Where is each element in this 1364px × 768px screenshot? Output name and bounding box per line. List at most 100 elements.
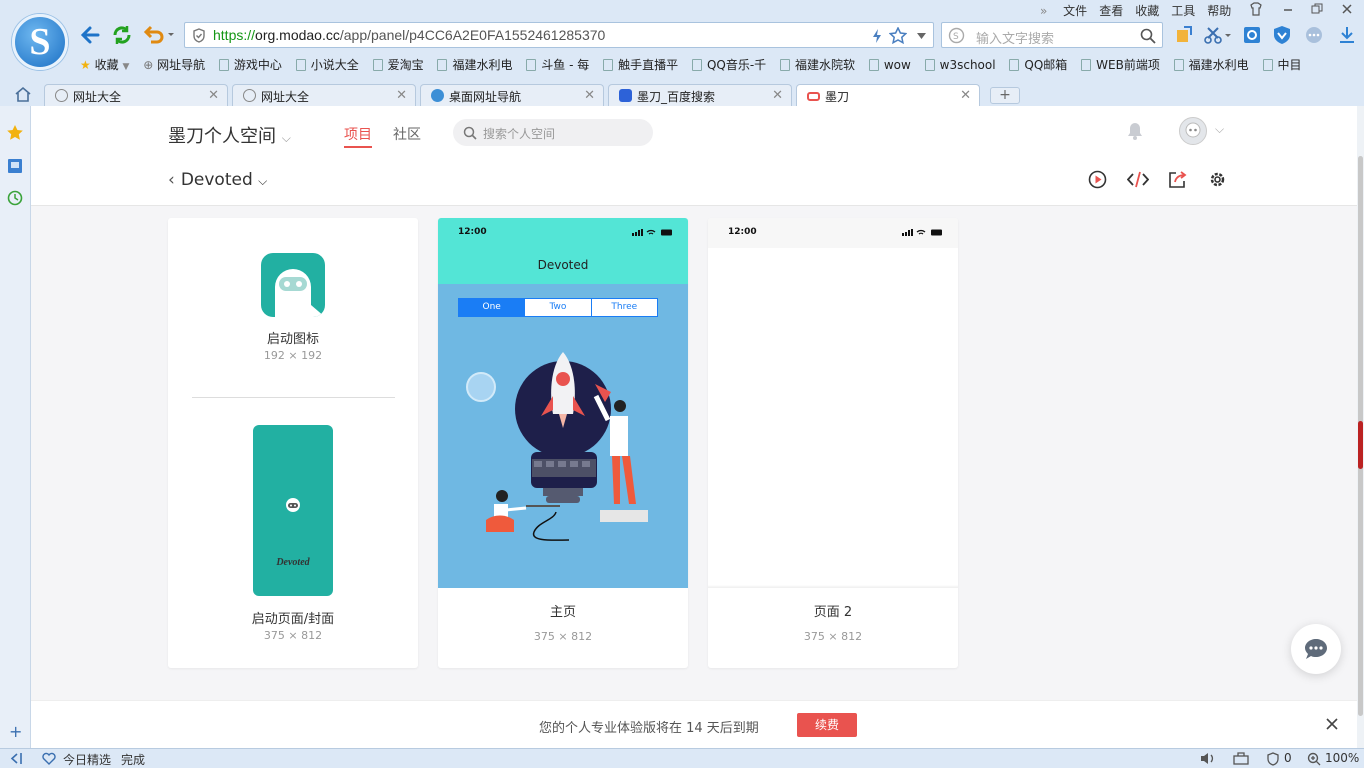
new-tab-button[interactable]: + (990, 87, 1020, 104)
address-bar[interactable]: https://org.modao.cc/app/panel/p4CC6A2E0… (184, 22, 934, 48)
back-arrow-icon[interactable] (78, 24, 102, 46)
play-preview-icon[interactable] (1088, 170, 1107, 189)
close-tab-icon[interactable]: ✕ (960, 88, 971, 103)
toolbox-icon[interactable] (1233, 752, 1249, 765)
bookmarks-bar: ★ 收藏 ▼ ⊕ 网址导航 游戏中心 小说大全 爱淘宝 福建水利电 斗鱼 - 每… (0, 54, 1364, 76)
avatar[interactable] (1179, 117, 1207, 145)
bookmark-item[interactable]: 福建水院软 (780, 54, 855, 76)
translate-icon[interactable] (1242, 25, 1262, 45)
skin-icon[interactable] (1249, 2, 1263, 16)
screenshot-scissors-icon[interactable] (1204, 25, 1232, 45)
url-text: https://org.modao.cc/app/panel/p4CC6A2E0… (213, 27, 606, 43)
space-search-input[interactable]: 搜索个人空间 (453, 119, 653, 146)
bookmark-item[interactable]: 爱淘宝 (372, 54, 424, 76)
splash-preview[interactable]: Devoted (253, 425, 333, 596)
dropdown-arrow-icon[interactable] (917, 33, 926, 39)
reading-icon[interactable] (7, 158, 23, 174)
daily-picks[interactable]: 今日精选 (63, 751, 111, 768)
more-options-icon[interactable] (1304, 25, 1324, 45)
restore-icon[interactable] (1310, 2, 1324, 16)
renew-button[interactable]: 续费 (797, 713, 857, 737)
add-sidebar-icon[interactable]: + (9, 722, 22, 741)
extension-icon[interactable] (1174, 25, 1194, 45)
close-tab-icon[interactable]: ✕ (396, 88, 407, 103)
code-export-icon[interactable] (1127, 170, 1149, 189)
bookmark-item[interactable]: ⊕ 网址导航 (143, 54, 205, 76)
page-card-home[interactable]: 12:00 Devoted One Two Three 主页 375 × 812 (438, 218, 688, 668)
sidebar-toggle-icon[interactable] (10, 752, 26, 765)
heart-icon[interactable] (42, 752, 56, 765)
space-title[interactable]: 墨刀个人空间 ⌵ (168, 122, 291, 148)
search-icon[interactable] (1140, 28, 1156, 44)
page-scrollbar[interactable] (1357, 106, 1364, 748)
avatar-dropdown-icon[interactable]: ⌵ (1215, 122, 1224, 137)
bookmark-item[interactable]: 游戏中心 (218, 54, 282, 76)
favorites-star-icon[interactable] (6, 124, 24, 142)
search-icon (463, 126, 477, 140)
tab-web-directory-2[interactable]: 网址大全 ✕ (232, 84, 416, 106)
menu-help[interactable]: 帮助 (1207, 4, 1231, 18)
zoom-icon[interactable] (1307, 752, 1321, 766)
menu-file[interactable]: 文件 (1063, 4, 1087, 18)
chat-support-button[interactable] (1291, 624, 1341, 674)
close-banner-icon[interactable] (1326, 718, 1338, 730)
refresh-icon[interactable] (110, 24, 134, 46)
close-tab-icon[interactable]: ✕ (584, 88, 595, 103)
menu-favorites[interactable]: 收藏 (1135, 4, 1159, 18)
launch-icon-preview[interactable] (261, 253, 325, 317)
nav-projects[interactable]: 项目 (344, 124, 372, 148)
search-engine-icon[interactable]: S (948, 27, 965, 44)
bookmark-item[interactable]: 斗鱼 - 每 (526, 54, 589, 76)
menu-view[interactable]: 查看 (1099, 4, 1123, 18)
volume-icon[interactable] (1200, 752, 1216, 765)
divider (192, 397, 395, 398)
launch-icon-label: 启动图标 (266, 332, 319, 347)
bookmark-item[interactable]: 触手直播平 (603, 54, 678, 76)
launch-icon-size: 192 × 192 (263, 349, 323, 362)
tab-modao[interactable]: 墨刀 ✕ (796, 84, 980, 108)
star-icon[interactable] (889, 27, 907, 44)
tab-desktop-nav[interactable]: 桌面网址导航 ✕ (420, 84, 604, 106)
bookmark-item[interactable]: wow (868, 54, 911, 76)
security-shield-icon[interactable] (1266, 752, 1280, 766)
nav-community[interactable]: 社区 (393, 124, 421, 144)
project-selector[interactable]: ‹ Devoted ⌵ (168, 170, 267, 190)
bookmark-favorites[interactable]: ★ 收藏 ▼ (80, 54, 129, 76)
modao-icon (807, 92, 820, 101)
bookmark-item[interactable]: w3school (924, 54, 996, 76)
bookmark-item[interactable]: 福建水利电 (437, 54, 512, 76)
settings-gear-icon[interactable] (1208, 170, 1227, 189)
bookmark-item[interactable]: WEB前端项 (1081, 54, 1160, 76)
share-icon[interactable] (1168, 170, 1188, 189)
menu-tools[interactable]: 工具 (1171, 4, 1195, 18)
close-tab-icon[interactable]: ✕ (772, 88, 783, 103)
home-icon[interactable] (14, 86, 32, 102)
bookmark-item[interactable]: 小说大全 (295, 54, 359, 76)
bookmark-item[interactable]: QQ音乐-千 (691, 54, 766, 76)
download-icon[interactable] (1337, 25, 1357, 45)
close-tab-icon[interactable]: ✕ (208, 88, 219, 103)
bookmark-item[interactable]: QQ邮箱 (1009, 54, 1067, 76)
undo-icon[interactable] (142, 24, 176, 46)
trial-banner: 您的个人专业体验版将在 14 天后到期 续费 (31, 700, 1357, 748)
browser-search[interactable]: S 输入文字搜索 (941, 22, 1163, 48)
segment-one[interactable]: One (459, 299, 525, 316)
bookmark-item[interactable]: 中目 (1262, 54, 1302, 76)
segment-two[interactable]: Two (524, 299, 590, 316)
history-clock-icon[interactable] (7, 190, 23, 206)
bell-icon[interactable] (1126, 121, 1144, 141)
lightning-icon[interactable] (871, 28, 883, 44)
zoom-level[interactable]: 100% (1325, 751, 1359, 765)
bookmark-item[interactable]: 福建水利电 (1173, 54, 1249, 76)
tab-web-directory-1[interactable]: 网址大全 ✕ (44, 84, 228, 106)
tab-baidu-search[interactable]: 墨刀_百度搜索 ✕ (608, 84, 792, 106)
adblock-shield-icon[interactable] (1272, 25, 1292, 45)
screen-body: One Two Three (438, 284, 688, 588)
signal-battery-icon (902, 229, 942, 236)
segment-three[interactable]: Three (590, 299, 657, 316)
minimize-icon[interactable] (1282, 2, 1294, 16)
segmented-control: One Two Three (458, 298, 658, 317)
trial-message: 您的个人专业体验版将在 14 天后到期 (539, 721, 759, 736)
page-card-2[interactable]: 12:00 页面 2 375 × 812 (708, 218, 958, 668)
close-window-icon[interactable] (1340, 2, 1354, 16)
